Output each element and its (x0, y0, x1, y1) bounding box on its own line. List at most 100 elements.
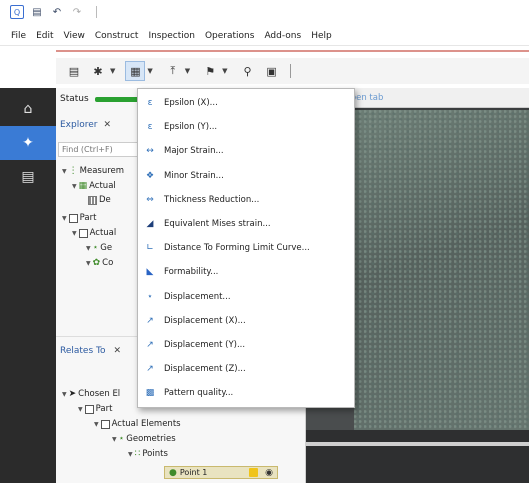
menu-item-displacement-x[interactable]: ↗ Displacement (X)... (138, 309, 354, 333)
menu-help[interactable]: Help (306, 31, 337, 41)
menu-item-epsilon-x[interactable]: ε Epsilon (X)... (138, 91, 354, 115)
tree-node-point-1[interactable]: ● Point 1 ◉ (164, 466, 278, 479)
menu-item-label: Displacement (Z)... (164, 364, 246, 375)
tree-label: De (99, 195, 111, 205)
tree-node-actual-2[interactable]: ▼ Actual (72, 228, 116, 238)
expand-arrow-icon[interactable]: ▼ (72, 183, 77, 190)
tree-label: Actual (89, 181, 116, 191)
expand-arrow-icon[interactable]: ▼ (72, 230, 77, 237)
pattern-quality-icon: ▩ (145, 388, 155, 399)
toolbar: ▤ ✱ ▼ ▦ ▼ ⤒ ▼ ⚑ ▼ ⚲ ▣ (56, 58, 529, 84)
explorer-icon[interactable]: ✦ (0, 126, 56, 160)
minor-strain-icon: ❖ (145, 170, 155, 181)
displacement-icon: ⋆ (147, 291, 153, 302)
expand-arrow-icon[interactable]: ▼ (86, 260, 91, 267)
tree-node-part-2[interactable]: ▼ Part (78, 404, 112, 414)
app-icon[interactable]: Q (10, 5, 24, 19)
close-icon[interactable]: ✕ (103, 120, 111, 130)
menu-item-displacement-y[interactable]: ↗ Displacement (Y)... (138, 333, 354, 357)
expand-arrow-icon[interactable]: ▼ (62, 391, 67, 398)
expand-arrow-icon[interactable]: ▼ (128, 451, 133, 458)
upload-icon[interactable]: ⤒ (163, 61, 183, 81)
gear-icon[interactable]: ✱ (88, 61, 108, 81)
search-icon[interactable]: ⚲ (238, 61, 258, 81)
save-icon[interactable]: ▤ (30, 5, 44, 19)
upload-dropdown-caret[interactable]: ▼ (185, 67, 190, 75)
epsilon-y-icon: ε (147, 122, 153, 133)
menu-file[interactable]: File (6, 31, 31, 41)
menu-inspection[interactable]: Inspection (143, 31, 200, 41)
inspection-dropdown-menu: ε Epsilon (X)... ε Epsilon (Y)... ↔ Majo… (137, 88, 355, 408)
redo-icon[interactable]: ↷ (70, 5, 84, 19)
tree-node-chosen[interactable]: ▼ ➤ Chosen El (62, 389, 120, 399)
flag-icon[interactable]: ⚑ (200, 61, 220, 81)
expand-arrow-icon[interactable]: ▼ (94, 421, 99, 428)
tree-node-co[interactable]: ▼ ✿ Co (86, 258, 113, 268)
menu-add-ons[interactable]: Add-ons (259, 31, 306, 41)
undo-icon[interactable]: ↶ (50, 5, 64, 19)
tab-relates-to[interactable]: Relates To (60, 346, 106, 356)
gear-dropdown-caret[interactable]: ▼ (110, 67, 115, 75)
tree-label: Measurem (79, 166, 125, 176)
tree-node-part[interactable]: ▼ Part (62, 213, 96, 223)
quick-access-separator (96, 6, 97, 18)
align-icon[interactable]: ▤ (64, 61, 84, 81)
menu-item-formability[interactable]: ◣ Formability... (138, 260, 354, 284)
warning-icon (249, 468, 259, 477)
menu-operations[interactable]: Operations (200, 31, 259, 41)
tree-node-actual-elements[interactable]: ▼ Actual Elements (94, 419, 181, 429)
part-icon (68, 213, 78, 223)
camera-icon[interactable]: ▣ (262, 61, 282, 81)
tree-node-geometries[interactable]: ▼ ⋆ Geometries (112, 434, 176, 444)
displacement-y-icon: ↗ (146, 339, 154, 350)
menu-item-epsilon-y[interactable]: ε Epsilon (Y)... (138, 115, 354, 139)
menu-item-label: Displacement... (164, 291, 231, 302)
menu-item-displacement[interactable]: ⋆ Displacement... (138, 285, 354, 309)
tree-node-de[interactable]: De (88, 195, 111, 205)
close-icon[interactable]: ✕ (114, 346, 122, 356)
forming-limit-curve-icon: ∟ (146, 243, 154, 254)
viewport-strip (306, 442, 529, 446)
point-icon: ● (169, 467, 177, 478)
menu-item-label: Major Strain... (164, 146, 224, 157)
menu-item-displacement-z[interactable]: ↗ Displacement (Z)... (138, 357, 354, 381)
expand-arrow-icon[interactable]: ▼ (78, 406, 83, 413)
components-icon: ✿ (92, 258, 101, 268)
home-icon[interactable]: ⌂ (0, 92, 56, 126)
status-label: Status (60, 94, 89, 104)
menu-edit[interactable]: Edit (31, 31, 58, 41)
menubar: File Edit View Construct Inspection Oper… (0, 26, 529, 46)
tree-node-ge[interactable]: ▼ ⋆ Ge (86, 243, 112, 253)
expand-arrow-icon[interactable]: ▼ (62, 168, 67, 175)
menu-item-thickness-reduction[interactable]: ⇔ Thickness Reduction... (138, 188, 354, 212)
menu-view[interactable]: View (59, 31, 90, 41)
menu-item-mises-strain[interactable]: ◢ Equivalent Mises strain... (138, 212, 354, 236)
eye-icon[interactable]: ◉ (265, 468, 273, 478)
grid-icon[interactable]: ▦ (125, 61, 146, 81)
displacement-z-icon: ↗ (146, 364, 154, 375)
menu-item-pattern-quality[interactable]: ▩ Pattern quality... (138, 381, 354, 405)
expand-arrow-icon[interactable]: ▼ (112, 436, 117, 443)
explorer-tab-row: Explorer ✕ (60, 120, 111, 130)
menu-item-label: Distance To Forming Limit Curve... (164, 243, 310, 254)
menu-construct[interactable]: Construct (90, 31, 144, 41)
tree-node-actual[interactable]: ▼ ▦ Actual (72, 181, 116, 191)
quick-access-bar: Q ▤ ↶ ↷ (0, 0, 529, 24)
tree-label: Actual Elements (111, 419, 181, 429)
expand-arrow-icon[interactable]: ▼ (62, 215, 67, 222)
grid-dropdown-caret[interactable]: ▼ (147, 67, 152, 75)
tab-explorer[interactable]: Explorer (60, 120, 97, 130)
menu-item-label: Epsilon (X)... (164, 98, 218, 109)
tree-node-measurement[interactable]: ▼ ⋮ Measurem (62, 166, 124, 176)
menu-item-label: Equivalent Mises strain... (164, 219, 271, 230)
menu-item-major-strain[interactable]: ↔ Major Strain... (138, 139, 354, 163)
expand-arrow-icon[interactable]: ▼ (86, 245, 91, 252)
menu-item-minor-strain[interactable]: ❖ Minor Strain... (138, 164, 354, 188)
flag-dropdown-caret[interactable]: ▼ (222, 67, 227, 75)
tree-node-points[interactable]: ▼ ∷ Points (128, 449, 168, 459)
data-icon (88, 195, 97, 205)
menu-item-forming-limit-curve[interactable]: ∟ Distance To Forming Limit Curve... (138, 236, 354, 260)
tree-label: Geometries (126, 434, 176, 444)
geometries-icon: ⋆ (92, 243, 99, 253)
document-icon[interactable]: ▤ (0, 160, 56, 194)
